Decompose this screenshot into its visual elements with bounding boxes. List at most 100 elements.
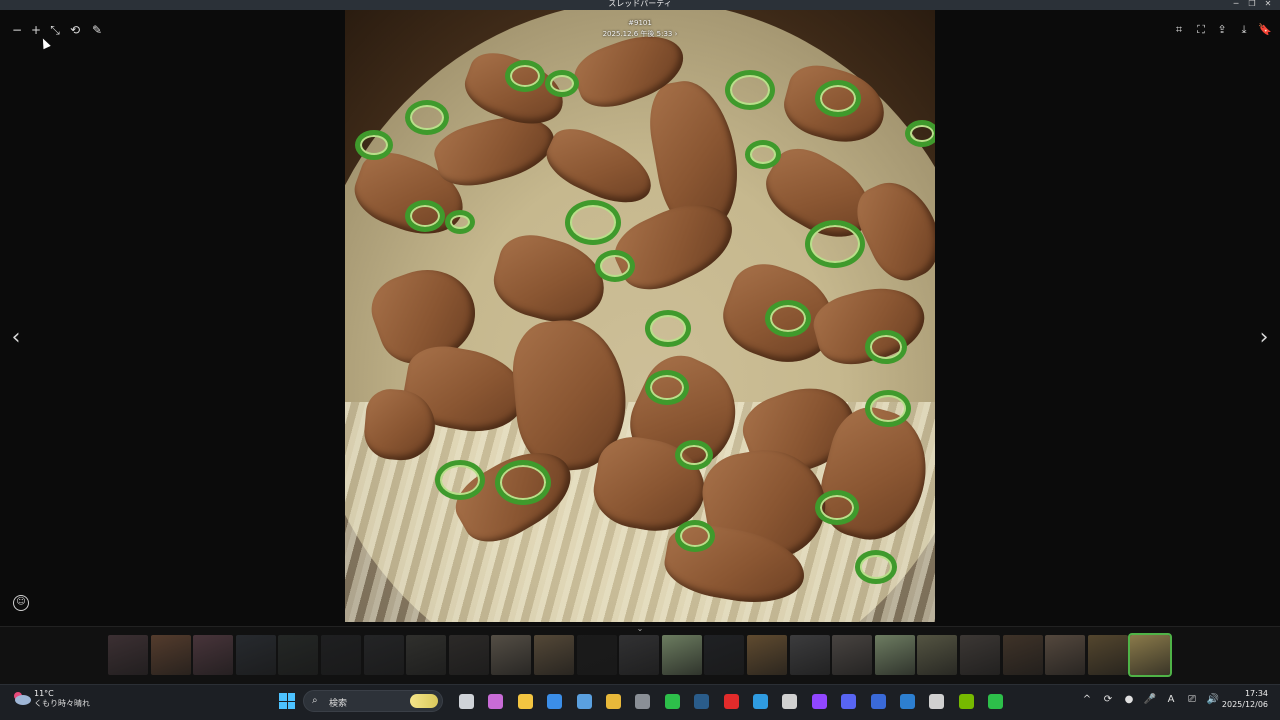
photo-thumbnail[interactable]	[747, 635, 787, 675]
next-photo-icon[interactable]: ›	[1254, 326, 1274, 350]
steam-icon[interactable]	[694, 694, 709, 709]
photo-thumbnail[interactable]	[704, 635, 744, 675]
maximize-icon[interactable]: ❐	[1244, 0, 1260, 9]
microphone-icon[interactable]: 🎤	[1143, 693, 1157, 707]
photo-thumbnail[interactable]	[917, 635, 957, 675]
weather-cloud-icon[interactable]	[12, 690, 32, 706]
collapse-filmstrip-icon[interactable]: ⌄	[634, 625, 646, 633]
scallion-ring	[645, 370, 689, 406]
rotate-icon[interactable]: ⟲	[67, 22, 83, 38]
scallion-ring	[565, 200, 621, 245]
scallion-ring	[595, 250, 635, 282]
photo-viewer-window: スレッドパーティ ─ ❐ ✕ #9101 2025.12.6 午後 5:33 ›…	[0, 0, 1280, 720]
fullscreen-icon[interactable]: ⛶	[1192, 22, 1210, 38]
photos-icon[interactable]	[577, 694, 592, 709]
calculator-icon[interactable]	[635, 694, 650, 709]
scallion-ring	[445, 210, 475, 234]
line-app-icon[interactable]	[988, 694, 1003, 709]
photo-thumbnail[interactable]	[534, 635, 574, 675]
security-icon[interactable]: ●	[1122, 693, 1136, 707]
edit-icon[interactable]: ✎	[89, 22, 105, 38]
clock-date[interactable]: 2025/12/06	[1222, 700, 1268, 710]
scallion-ring	[865, 390, 911, 427]
photo-thumbnail[interactable]	[832, 635, 872, 675]
bookmark-icon[interactable]: 🔖	[1256, 22, 1274, 38]
photo-thumbnail[interactable]	[960, 635, 1000, 675]
chrome-icon[interactable]	[606, 694, 621, 709]
photo-thumbnail[interactable]	[491, 635, 531, 675]
display-icon[interactable]: ⎚	[1185, 693, 1199, 707]
scallion-ring	[545, 70, 579, 98]
title-bar: スレッドパーティ ─ ❐ ✕	[0, 0, 1280, 10]
photo-thumbnail[interactable]	[193, 635, 233, 675]
search-highlight-icon	[410, 694, 438, 708]
photo-thumbnail[interactable]	[364, 635, 404, 675]
window-title: スレッドパーティ	[608, 0, 672, 8]
previous-photo-icon[interactable]: ‹	[6, 326, 26, 350]
scallion-ring	[725, 70, 775, 110]
fit-icon[interactable]: ⤡	[47, 22, 63, 38]
scan-icon[interactable]: ⌗	[1170, 22, 1188, 38]
photo-thumbnail[interactable]	[577, 635, 617, 675]
scallion-ring	[805, 220, 865, 268]
scallion-ring	[405, 200, 445, 232]
scallion-ring	[865, 330, 907, 364]
photo-thumbnail[interactable]	[1128, 633, 1172, 677]
remote-icon[interactable]	[900, 694, 915, 709]
taskbar-search[interactable]: ⌕ 検索	[303, 690, 443, 712]
photo-title: #9101	[628, 19, 652, 27]
photo-thumbnail[interactable]	[236, 635, 276, 675]
photo-thumbnail[interactable]	[321, 635, 361, 675]
photo-thumbnail[interactable]	[108, 635, 148, 675]
zoom-in-icon[interactable]: +	[28, 22, 44, 38]
volume-icon[interactable]: 🔊	[1206, 693, 1220, 707]
app-icon[interactable]	[871, 694, 886, 709]
input-method-icon[interactable]: A	[1164, 693, 1178, 707]
clock-time[interactable]: 17:34	[1245, 689, 1268, 699]
photo-thumbnail[interactable]	[1003, 635, 1043, 675]
show-hidden-icons-icon[interactable]: ^	[1080, 693, 1094, 707]
photo-thumbnail[interactable]	[875, 635, 915, 675]
scallion-ring	[505, 60, 545, 92]
photo-thumbnail[interactable]	[790, 635, 830, 675]
photo-timestamp[interactable]: 2025.12.6 午後 5:33 ›	[345, 29, 935, 40]
sync-icon[interactable]: ⟳	[1101, 693, 1115, 707]
scallion-ring	[405, 100, 449, 136]
photo-thumbnail[interactable]	[406, 635, 446, 675]
store-icon[interactable]	[547, 694, 562, 709]
threads-icon[interactable]	[782, 694, 797, 709]
share-icon[interactable]: ⇪	[1213, 22, 1231, 38]
photo-thumbnail[interactable]	[151, 635, 191, 675]
scallion-ring	[905, 120, 935, 148]
download-icon[interactable]: ⤓	[1235, 22, 1253, 38]
photo-thumbnail[interactable]	[1088, 635, 1128, 675]
nvidia-icon[interactable]	[959, 694, 974, 709]
youtube-icon[interactable]	[724, 694, 739, 709]
photo-thumbnail[interactable]	[449, 635, 489, 675]
close-icon[interactable]: ✕	[1260, 0, 1276, 9]
mouse-cursor-icon	[39, 36, 51, 50]
scallion-ring	[765, 300, 811, 337]
photo-thumbnail[interactable]	[662, 635, 702, 675]
scallion-ring	[855, 550, 897, 584]
task-view-icon[interactable]	[459, 694, 474, 709]
taskbar: 11°C くもり時々晴れ ⌕ 検索 ^ ⟳ ● 🎤 A ⎚ 🔊 17:34 2025/12/…	[0, 684, 1280, 720]
scallion-ring	[675, 520, 715, 552]
minimize-icon[interactable]: ─	[1228, 0, 1244, 9]
copilot-icon[interactable]	[488, 694, 503, 709]
filmstrip: ⌄	[0, 625, 1280, 684]
twitch-icon[interactable]	[812, 694, 827, 709]
scallion-ring	[435, 460, 485, 500]
discord-icon[interactable]	[841, 694, 856, 709]
photo-thumbnail[interactable]	[278, 635, 318, 675]
weather-description: くもり時々晴れ	[34, 699, 90, 708]
emoji-reaction-icon[interactable]: ☺	[13, 595, 29, 611]
photo-thumbnail[interactable]	[619, 635, 659, 675]
photo-thumbnail[interactable]	[1045, 635, 1085, 675]
g-app-icon[interactable]	[929, 694, 944, 709]
zoom-out-icon[interactable]: −	[9, 22, 25, 38]
file-explorer-icon[interactable]	[518, 694, 533, 709]
edge-icon[interactable]	[753, 694, 768, 709]
line-icon[interactable]	[665, 694, 680, 709]
start-menu-icon[interactable]	[279, 693, 295, 709]
